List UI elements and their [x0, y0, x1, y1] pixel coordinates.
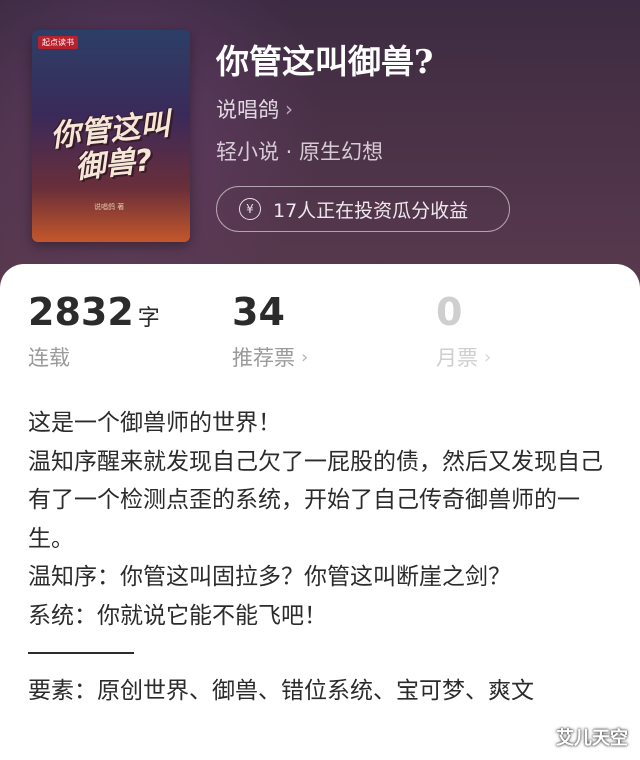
stat-word-count: 2832 字 连载: [28, 290, 160, 372]
elements-line: 要素：原创世界、御兽、错位系统、宝可梦、爽文: [28, 678, 534, 704]
description-line: 温知序醒来就发现自己欠了一屁股的债，然后又发现自己有了一个检测点歪的系统，开始了…: [28, 448, 603, 552]
author-link[interactable]: 说唱鸽 ›: [216, 94, 293, 124]
stat-recommend[interactable]: 34 推荐票 ›: [232, 290, 308, 372]
genre-tags: 轻小说 · 原生幻想: [216, 140, 384, 164]
yen-coin-icon: ¥: [239, 198, 261, 220]
chevron-right-icon: ›: [285, 97, 293, 121]
recommend-value: 34: [232, 290, 285, 334]
stat-monthly[interactable]: 0 月票 ›: [436, 290, 491, 372]
description-line: 这是一个御兽师的世界！: [28, 410, 281, 436]
chevron-right-icon: ›: [301, 346, 309, 368]
cover-title-art: 你管这叫御兽?: [48, 106, 172, 186]
status-label: 连载: [28, 346, 70, 370]
book-info: 你管这叫御兽? 说唱鸽 › 轻小说 · 原生幻想 ¥ 17人正在投资瓜分收益: [216, 42, 616, 232]
book-header: 起点读书 你管这叫御兽? 说唱鸽 著 你管这叫御兽? 说唱鸽 › 轻小说 · 原…: [0, 0, 640, 300]
book-title: 你管这叫御兽?: [216, 42, 434, 81]
publisher-tag: 起点读书: [38, 36, 78, 49]
word-count-value: 2832: [28, 290, 134, 334]
word-count-unit: 字: [137, 306, 160, 331]
book-description: 这是一个御兽师的世界！ 温知序醒来就发现自己欠了一屁股的债，然后又发现自己有了一…: [28, 404, 618, 711]
author-name: 说唱鸽: [216, 98, 279, 122]
cover-author: 说唱鸽 著: [94, 203, 125, 211]
invest-label: 17人正在投资瓜分收益: [273, 199, 469, 222]
monthly-label: 月票: [436, 346, 478, 370]
book-cover[interactable]: 起点读书 你管这叫御兽? 说唱鸽 著: [32, 30, 190, 242]
description-line: 系统：你就说它能不能飞吧！: [28, 602, 327, 629]
watermark: 艾儿天空: [556, 728, 628, 749]
chevron-right-icon: ›: [484, 346, 492, 368]
divider: [28, 652, 134, 654]
recommend-label: 推荐票: [232, 346, 295, 370]
monthly-value: 0: [436, 290, 463, 334]
description-line: 温知序：你管这叫固拉多？你管这叫断崖之剑？: [28, 564, 511, 590]
invest-button[interactable]: ¥ 17人正在投资瓜分收益: [216, 186, 510, 232]
